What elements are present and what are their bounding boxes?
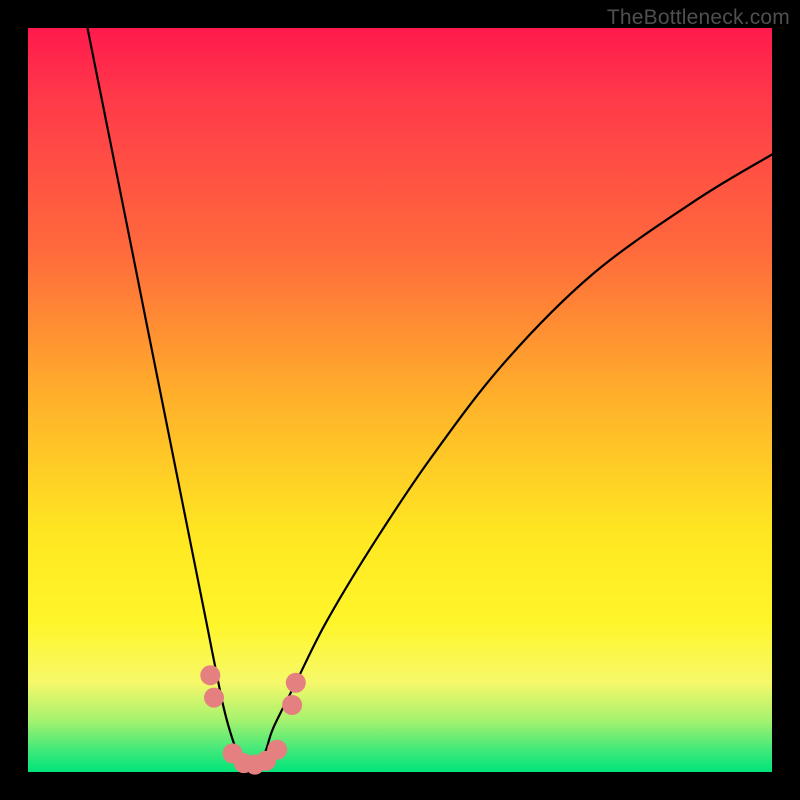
bottleneck-curve: [88, 28, 773, 768]
watermark-text: TheBottleneck.com: [607, 6, 790, 30]
data-marker: [286, 673, 306, 693]
data-marker: [204, 688, 224, 708]
data-marker: [267, 740, 287, 760]
marker-group: [200, 665, 305, 774]
curve-svg: [28, 28, 772, 772]
data-marker: [200, 665, 220, 685]
chart-frame: TheBottleneck.com: [0, 0, 800, 800]
data-marker: [282, 695, 302, 715]
plot-area: [28, 28, 772, 772]
